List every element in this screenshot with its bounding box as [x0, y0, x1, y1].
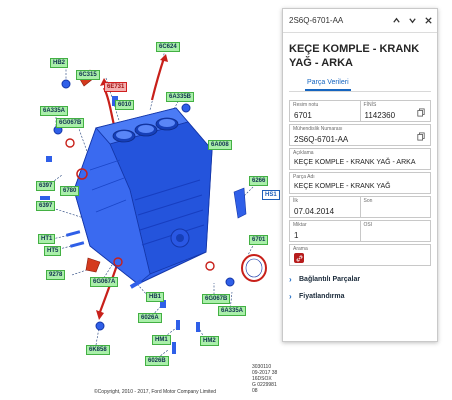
copy-icon[interactable] [417, 108, 425, 117]
resim-notu-value: 6701 [294, 111, 312, 120]
callout-hs1[interactable]: HS1 [262, 190, 280, 200]
section-fiyat-label: Fiyatlandırma [299, 292, 345, 300]
muhendislik-label: Mühendislik Numarası [293, 126, 343, 132]
callout-hb2[interactable]: HB2 [50, 58, 69, 68]
finis-value: 1142360 [364, 111, 396, 120]
row-miktar-osi: Miktar 1 OSI [289, 220, 431, 242]
copyright-text: ©Copyright, 2010 - 2017, Ford Motor Comp… [94, 389, 217, 395]
callout-6397-lower[interactable]: 6397 [36, 201, 56, 211]
meta-line: G 0229981 08 [252, 382, 277, 394]
osi-field[interactable]: OSI [359, 220, 431, 242]
resim-notu-field[interactable]: Resim notu 6701 [289, 100, 360, 122]
aciklama-label: Açıklama [293, 150, 314, 156]
callout-6c624[interactable]: 6C624 [156, 42, 180, 52]
row-ilk-son: İlk 07.04.2014 Son [289, 196, 431, 218]
chevron-right-icon: › [289, 274, 292, 284]
panel-tabs: Parça Verileri [289, 77, 431, 92]
callout-6701[interactable]: 6701 [249, 235, 269, 245]
callout-hm2[interactable]: HM2 [200, 336, 219, 346]
callout-6g067b-lower[interactable]: 6G067B [202, 294, 231, 304]
finis-field[interactable]: FİNİS 1142360 [359, 100, 431, 122]
finis-label: FİNİS [363, 102, 377, 108]
chevron-down-icon[interactable] [405, 14, 419, 28]
part-details-panel: 2S6Q-6701-AA KEÇE KOMPLE - KRANK YAĞ - A… [282, 8, 438, 342]
son-field[interactable]: Son [359, 196, 431, 218]
part-title: KEÇE KOMPLE - KRANK YAĞ - ARKA [289, 43, 420, 69]
arama-field[interactable]: Arama [289, 244, 431, 266]
callout-9278[interactable]: 9278 [46, 270, 66, 280]
exploded-parts-diagram: HB2 6C315 6E731 6C624 6A335B 6010 6A335A… [0, 0, 282, 400]
parca-adi-field[interactable]: Parça Adı KEÇE KOMPLE - KRANK YAĞ [289, 172, 431, 194]
callout-6a335a[interactable]: 6A335A [40, 106, 69, 116]
ilk-label: İlk [293, 198, 298, 204]
callout-hb1[interactable]: HB1 [146, 292, 165, 302]
section-fiyatlandirma[interactable]: › Fiyatlandırma [289, 288, 431, 304]
chevron-up-icon[interactable] [389, 14, 403, 28]
link-icon[interactable] [294, 253, 304, 263]
callout-6026a[interactable]: 6026A [138, 313, 162, 323]
callout-6026b[interactable]: 6026B [145, 356, 169, 366]
osi-label: OSI [363, 222, 373, 228]
diagram-meta-block: 3030110 09-2017 38 16DSOX G 0229981 08 [252, 364, 282, 394]
parca-adi-value: KEÇE KOMPLE - KRANK YAĞ [294, 183, 391, 190]
tab-parca-verileri[interactable]: Parça Verileri [305, 77, 351, 91]
parca-adi-label: Parça Adı [293, 174, 315, 180]
callout-6c315[interactable]: 6C315 [76, 70, 100, 80]
callout-6780[interactable]: 6780 [60, 186, 80, 196]
engine-block-illustration [40, 49, 267, 361]
arama-label: Arama [293, 246, 308, 252]
aciklama-field[interactable]: Açıklama KEÇE KOMPLE - KRANK YAĞ - ARKA [289, 148, 431, 170]
callout-6a335a-lower[interactable]: 6A335A [218, 306, 247, 316]
chevron-right-icon: › [289, 291, 292, 301]
callout-6a008[interactable]: 6A008 [208, 140, 232, 150]
callout-6010[interactable]: 6010 [115, 100, 135, 110]
callout-6g067b[interactable]: 6G067B [56, 118, 85, 128]
aciklama-value: KEÇE KOMPLE - KRANK YAĞ - ARKA [294, 159, 416, 166]
son-label: Son [363, 198, 373, 204]
section-baglantili-parcalar[interactable]: › Bağlantılı Parçalar [289, 271, 431, 287]
row-resim-finis: Resim notu 6701 FİNİS 1142360 [289, 100, 431, 122]
miktar-label: Miktar [293, 222, 307, 228]
close-icon[interactable] [421, 14, 435, 28]
ilk-value: 07.04.2014 [294, 207, 335, 216]
panel-header: 2S6Q-6701-AA [283, 9, 437, 33]
muhendislik-field[interactable]: Mühendislik Numarası 2S6Q-6701-AA [289, 124, 431, 146]
callout-6266[interactable]: 6266 [249, 176, 269, 186]
callout-6a335b[interactable]: 6A335B [166, 92, 195, 102]
resim-notu-label: Resim notu [293, 102, 319, 108]
copy-icon[interactable] [417, 132, 425, 141]
miktar-field[interactable]: Miktar 1 [289, 220, 360, 242]
miktar-value: 1 [294, 231, 299, 240]
section-baglantili-label: Bağlantılı Parçalar [299, 275, 361, 283]
callout-6397-upper[interactable]: 6397 [36, 181, 56, 191]
callout-6k858[interactable]: 6K858 [86, 345, 110, 355]
part-number-header: 2S6Q-6701-AA [289, 16, 344, 25]
callout-ht1[interactable]: HT1 [38, 234, 56, 244]
ilk-field[interactable]: İlk 07.04.2014 [289, 196, 360, 218]
callout-6g067a[interactable]: 6G067A [90, 277, 119, 287]
callout-6e731[interactable]: 6E731 [104, 82, 128, 92]
callout-hm1[interactable]: HM1 [152, 335, 171, 345]
callout-ht5[interactable]: HT5 [44, 246, 62, 256]
muhendislik-value: 2S6Q-6701-AA [294, 135, 349, 144]
